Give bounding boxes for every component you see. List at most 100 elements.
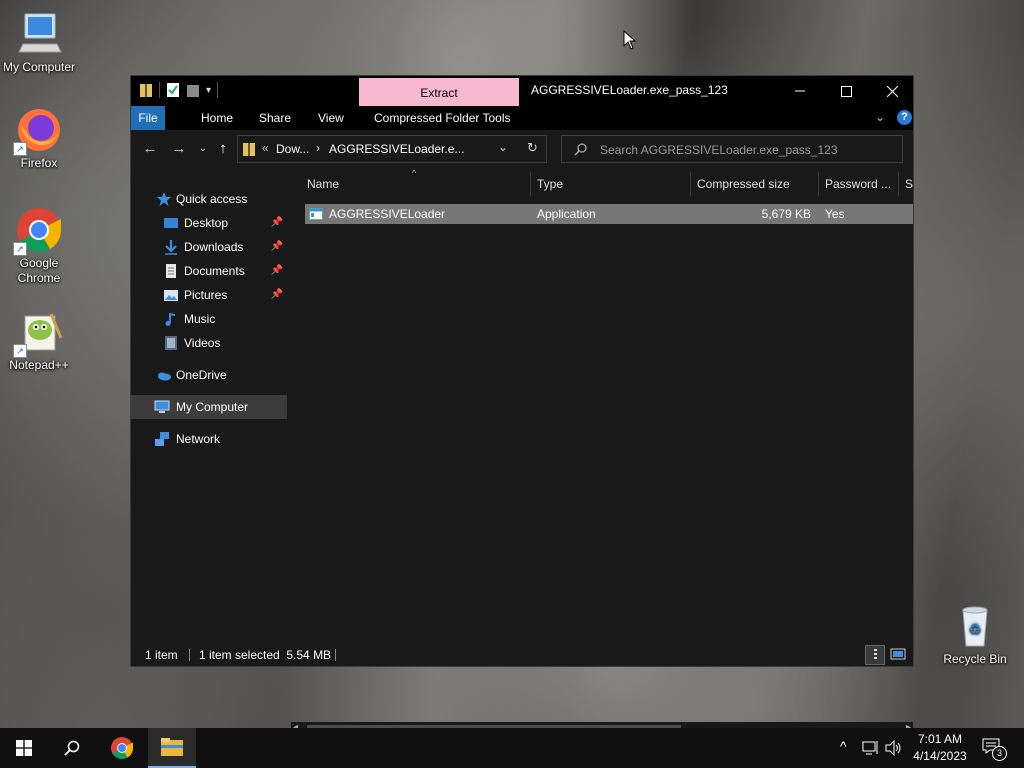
large-icons-view-button[interactable] [889, 645, 909, 665]
pin-icon[interactable]: 📌 [271, 259, 283, 283]
table-row[interactable]: AGGRESSIVELoader Application 5,679 KB Ye… [305, 204, 913, 224]
address-overflow[interactable]: « [262, 141, 269, 155]
pin-icon[interactable]: 📌 [271, 283, 283, 307]
properties-icon[interactable] [166, 82, 180, 98]
details-view-button[interactable] [865, 645, 885, 665]
network-status-icon[interactable] [862, 740, 880, 756]
tab-compressed-folder-tools[interactable]: Compressed Folder Tools [363, 106, 522, 130]
column-header-size[interactable]: Si [899, 172, 913, 196]
shortcut-arrow-icon: ↗ [13, 344, 27, 358]
pin-icon[interactable]: 📌 [271, 211, 283, 235]
minimize-icon [795, 90, 805, 92]
desktop-icon-my-computer[interactable]: My Computer [1, 10, 77, 74]
up-button[interactable]: ↑ [212, 138, 234, 160]
sidebar-item-label: My Computer [176, 400, 249, 414]
search-box[interactable] [561, 135, 903, 163]
expand-ribbon-icon[interactable]: ⌄ [875, 110, 885, 124]
taskbar-chrome-button[interactable] [98, 728, 146, 768]
tab-file[interactable]: File [131, 106, 165, 130]
application-icon [309, 208, 323, 220]
taskbar-file-explorer-button[interactable] [148, 728, 196, 768]
desktop-icon [164, 218, 178, 228]
column-header-type[interactable]: Type [531, 172, 691, 196]
large-icons-view-icon [890, 648, 906, 660]
address-dropdown-icon[interactable]: ⌄ [498, 140, 508, 154]
sidebar-item-label: Desktop [184, 216, 229, 230]
status-bar: 1 item 1 item selected 5.54 MB [131, 644, 913, 666]
address-crumb-current[interactable]: AGGRESSIVELoader.e... [329, 142, 464, 156]
sidebar-item-label: Pictures [184, 288, 228, 302]
sidebar-item-desktop[interactable]: Desktop 📌 [131, 211, 287, 235]
desktop-icon-label: Recycle Bin [943, 652, 1007, 666]
sidebar-item-music[interactable]: Music [131, 307, 287, 331]
chrome-icon: ↗ [13, 206, 63, 256]
windows-logo-icon [16, 740, 32, 756]
sidebar-item-documents[interactable]: Documents 📌 [131, 259, 287, 283]
new-folder-icon[interactable] [186, 82, 200, 98]
sidebar-item-onedrive[interactable]: OneDrive [131, 363, 287, 387]
customize-qat-icon[interactable]: ▾ [206, 85, 211, 96]
desktop-icon-recycle-bin[interactable]: ♻ Recycle Bin [937, 602, 1013, 666]
maximize-button[interactable] [823, 76, 869, 106]
recent-locations-button[interactable]: ⌄ [192, 138, 214, 160]
start-button[interactable] [0, 728, 48, 768]
desktop-icon-firefox[interactable]: ↗ Firefox [1, 106, 77, 170]
back-button[interactable]: ← [139, 138, 161, 160]
clock[interactable]: 7:01 AM 4/14/2023 [910, 731, 970, 765]
ribbon-tabs: File Home Share View Compressed Folder T… [131, 106, 913, 130]
file-password: Yes [825, 207, 845, 221]
forward-button[interactable]: → [168, 138, 190, 160]
search-input[interactable] [598, 140, 892, 160]
pin-icon[interactable]: 📌 [271, 235, 283, 259]
action-center-button[interactable]: 3 [982, 738, 1007, 761]
column-header-password[interactable]: Password ... [819, 172, 899, 196]
sidebar-item-pictures[interactable]: Pictures 📌 [131, 283, 287, 307]
sidebar-item-videos[interactable]: Videos [131, 331, 287, 355]
clock-time: 7:01 AM [917, 732, 963, 746]
sidebar-item-network[interactable]: Network [131, 427, 287, 451]
show-hidden-icons-icon[interactable]: ^ [840, 738, 847, 754]
sidebar-item-quick-access[interactable]: Quick access [131, 187, 287, 211]
zip-folder-icon [140, 84, 152, 97]
column-header-name[interactable]: Name [301, 172, 531, 196]
navigation-row: ← → ⌄ ↑ « Dow... › AGGRESSIVELoader.e...… [131, 130, 913, 170]
sidebar-item-label: Network [176, 432, 221, 446]
desktop-icon-label: Google Chrome [17, 256, 61, 285]
sidebar-item-downloads[interactable]: Downloads 📌 [131, 235, 287, 259]
help-icon[interactable]: ? [897, 110, 912, 125]
sidebar-item-label: Documents [184, 264, 245, 278]
minimize-button[interactable] [777, 76, 823, 106]
sidebar-item-label: OneDrive [176, 368, 227, 382]
taskbar: ^ 7:01 AM 4/14/2023 3 [0, 728, 1024, 768]
column-header-compressed-size[interactable]: Compressed size [691, 172, 819, 196]
tab-share[interactable]: Share [248, 106, 302, 130]
search-button[interactable] [48, 728, 96, 768]
tab-home[interactable]: Home [190, 106, 244, 130]
zip-folder-icon [243, 143, 255, 156]
tab-view[interactable]: View [307, 106, 355, 130]
refresh-icon[interactable]: ↻ [527, 140, 538, 156]
extract-contextual-tab[interactable]: Extract [359, 78, 519, 106]
star-icon [157, 192, 171, 206]
close-button[interactable] [869, 76, 915, 106]
pictures-icon [164, 290, 178, 301]
separator [189, 649, 190, 661]
computer-icon [15, 10, 63, 58]
mouse-cursor-icon [623, 30, 637, 50]
desktop-icon-notepad-plus-plus[interactable]: ↗ Notepad++ [1, 308, 77, 372]
navigation-pane: Quick access Desktop 📌 Downloads 📌 Docum… [131, 172, 287, 642]
file-name: AGGRESSIVELoader [329, 207, 446, 221]
address-bar[interactable]: « Dow... › AGGRESSIVELoader.e... ⌄ ↻ [237, 135, 547, 163]
status-selection: 1 item selected 5.54 MB [199, 648, 332, 662]
svg-text:♻: ♻ [969, 622, 982, 638]
volume-icon[interactable] [885, 740, 903, 756]
address-crumb-downloads[interactable]: Dow... [276, 142, 309, 156]
sidebar-item-my-computer[interactable]: My Computer [131, 395, 287, 419]
file-type: Application [537, 207, 596, 221]
desktop-icon-label: Firefox [20, 156, 58, 170]
recycle-bin-icon: ♻ [951, 602, 999, 650]
file-compressed-size: 5,679 KB [761, 207, 811, 221]
desktop-icon-google-chrome[interactable]: ↗ Google Chrome [1, 206, 77, 286]
file-explorer-window: ▾ Extract AGGRESSIVELoader.exe_pass_123 … [130, 75, 915, 738]
downloads-icon [165, 240, 177, 255]
